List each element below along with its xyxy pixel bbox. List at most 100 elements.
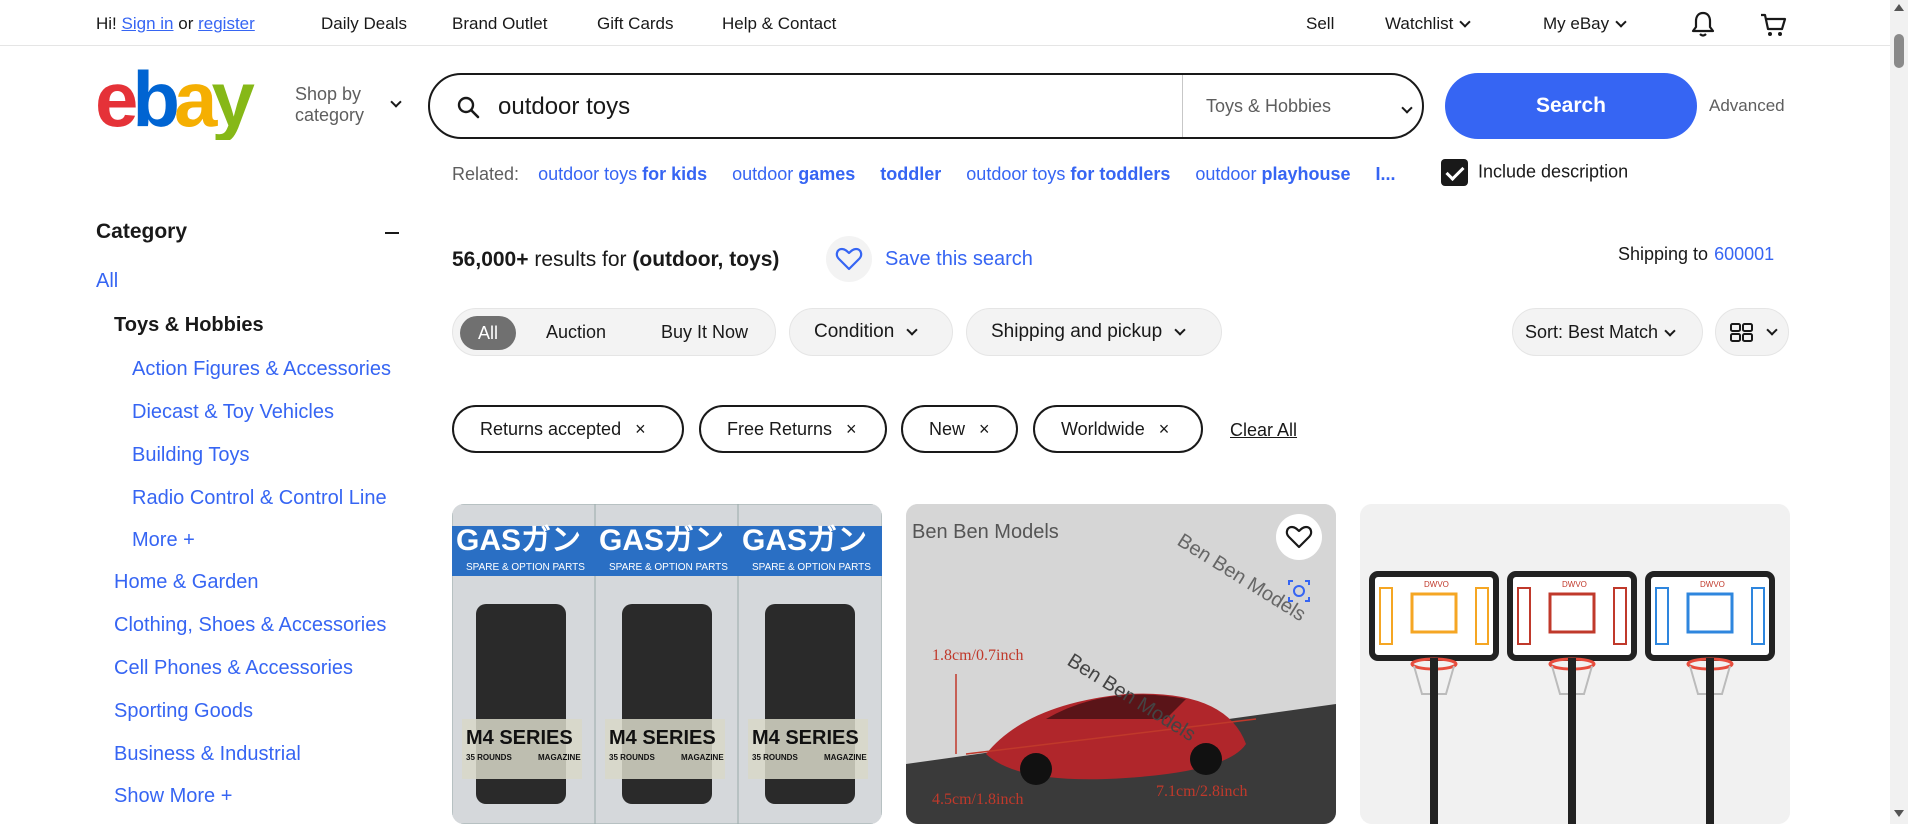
svg-text:4.5cm/1.8inch: 4.5cm/1.8inch [932, 791, 1024, 808]
view-toggle[interactable] [1715, 308, 1789, 356]
cart-icon[interactable] [1759, 11, 1787, 39]
visual-search-icon[interactable] [1276, 568, 1322, 614]
help-contact-link[interactable]: Help & Contact [722, 14, 836, 34]
hoop-brand-text: DWVO [1424, 580, 1449, 589]
related-link[interactable]: toddler [880, 164, 941, 184]
scroll-down-arrow-icon[interactable] [1894, 810, 1904, 817]
results-query: (outdoor, toys) [632, 248, 780, 271]
save-search-link[interactable]: Save this search [885, 248, 1033, 271]
chevron-down-icon [906, 324, 918, 336]
format-auction[interactable]: Auction [546, 322, 606, 343]
bell-icon[interactable] [1690, 10, 1716, 38]
hoop-pole [1706, 658, 1714, 824]
shipping-to-label: Shipping to [1618, 244, 1709, 264]
format-all[interactable]: All [460, 316, 516, 350]
sidebar-category[interactable]: Clothing, Shoes & Accessories [114, 614, 386, 637]
close-icon[interactable]: × [1159, 419, 1170, 439]
applied-filter-chip[interactable]: Worldwide × [1033, 405, 1203, 453]
search-bar: outdoor toys Toys & Hobbies [428, 73, 1424, 139]
search-input[interactable]: outdoor toys [498, 93, 630, 121]
search-divider [1182, 75, 1183, 137]
shipping-pickup-filter[interactable]: Shipping and pickup [966, 308, 1222, 356]
greeting-text: Hi! [96, 14, 117, 33]
product-card[interactable]: DWVO DWVO DWVO [1360, 504, 1790, 824]
condition-filter[interactable]: Condition [789, 308, 953, 356]
watchlist-dropdown[interactable]: Watchlist [1385, 14, 1471, 34]
daily-deals-link[interactable]: Daily Deals [321, 14, 407, 34]
sidebar-category[interactable]: Cell Phones & Accessories [114, 657, 353, 680]
shipping-zip-link[interactable]: 600001 [1714, 244, 1774, 264]
gift-cards-link[interactable]: Gift Cards [597, 14, 674, 34]
sidebar-show-more[interactable]: Show More + [114, 785, 232, 808]
search-button[interactable]: Search [1445, 73, 1697, 139]
related-link[interactable]: outdoor toys for toddlers [966, 164, 1170, 184]
sidebar-category[interactable]: Home & Garden [114, 571, 259, 594]
related-link[interactable]: outdoor toys for kids [538, 164, 707, 184]
sell-link[interactable]: Sell [1306, 14, 1334, 34]
svg-text:Ben Ben Models: Ben Ben Models [912, 521, 1059, 543]
include-description-checkbox[interactable]: Include description [1441, 159, 1628, 186]
sign-in-link[interactable]: Sign in [122, 14, 174, 33]
applied-filter-chip[interactable]: Returns accepted × [452, 405, 684, 453]
svg-text:1.8cm/0.7inch: 1.8cm/0.7inch [932, 647, 1024, 664]
product-sub-text: SPARE & OPTION PARTS [609, 562, 728, 573]
sidebar-subitem[interactable]: Radio Control & Control Line [132, 487, 387, 510]
chevron-down-icon [1664, 325, 1676, 337]
related-label: Related: [452, 164, 520, 184]
related-overflow-link[interactable]: I... [1376, 164, 1396, 184]
applied-filter-chip[interactable]: New × [901, 405, 1018, 453]
ebay-logo[interactable]: ebay [95, 55, 275, 143]
sidebar-subitem[interactable]: Building Toys [132, 444, 249, 467]
product-brand-text: GASガン [742, 524, 867, 557]
heart-icon[interactable] [826, 236, 872, 282]
my-ebay-dropdown[interactable]: My eBay [1543, 14, 1627, 34]
product-sub-text: SPARE & OPTION PARTS [752, 562, 871, 573]
related-link[interactable]: outdoor playhouse [1195, 164, 1350, 184]
shipping-to: Shipping to 600001 [1618, 244, 1774, 265]
collapse-minus-icon[interactable] [385, 232, 399, 234]
sidebar-subitem[interactable]: Diecast & Toy Vehicles [132, 401, 334, 424]
or-text: or [178, 14, 194, 33]
include-description-label: Include description [1478, 161, 1629, 182]
grid-view-icon [1730, 323, 1754, 348]
scrollbar-thumb[interactable] [1894, 34, 1904, 68]
results-for-text: results for [534, 248, 627, 271]
top-navigation-bar: Hi! Sign in or register Daily Deals Bran… [0, 0, 1890, 46]
sort-dropdown[interactable]: Sort: Best Match [1512, 308, 1703, 356]
checkbox-checked-icon[interactable] [1441, 159, 1468, 186]
product-series-text: M4 SERIES [466, 727, 573, 749]
clear-all-link[interactable]: Clear All [1230, 420, 1297, 441]
product-card[interactable]: GASガン GASガン GASガン SPARE & OPTION PARTS SPAR… [452, 504, 882, 824]
scroll-up-arrow-icon[interactable] [1894, 4, 1904, 11]
product-brand-text: GASガン [599, 524, 724, 557]
sidebar-subitem[interactable]: Action Figures & Accessories [132, 358, 391, 381]
close-icon[interactable]: × [846, 419, 857, 439]
product-rounds-text: 35 ROUNDS [752, 753, 798, 762]
product-series-text: M4 SERIES [609, 727, 716, 749]
product-card[interactable]: Ben Ben Models Ben Ben Models Ben Ben Mo… [906, 504, 1336, 824]
product-magazine-text: MAGAZINE [681, 753, 724, 762]
sidebar-more[interactable]: More + [132, 529, 195, 552]
sidebar-category[interactable]: Business & Industrial [114, 743, 301, 766]
close-icon[interactable]: × [635, 419, 646, 439]
register-link[interactable]: register [198, 14, 255, 33]
close-icon[interactable]: × [979, 419, 990, 439]
advanced-search-link[interactable]: Advanced [1709, 96, 1785, 116]
shop-by-category-button[interactable]: Shop by category [295, 84, 402, 126]
hoop-pole [1430, 658, 1438, 824]
format-buy-it-now[interactable]: Buy It Now [661, 322, 748, 343]
sort-label: Sort: Best Match [1525, 322, 1659, 342]
scrollbar[interactable] [1890, 0, 1908, 824]
hoop-brand-text: DWVO [1700, 580, 1725, 589]
related-link[interactable]: outdoor games [732, 164, 855, 184]
sidebar-category[interactable]: Sporting Goods [114, 700, 253, 723]
search-category-select[interactable]: Toys & Hobbies [1206, 96, 1331, 117]
sidebar-item-all[interactable]: All [96, 270, 118, 293]
shop-by-line1: Shop by [295, 84, 362, 104]
applied-filter-chip[interactable]: Free Returns × [699, 405, 887, 453]
condition-label: Condition [814, 321, 895, 342]
heart-icon[interactable] [1276, 514, 1322, 560]
hoop-brand-text: DWVO [1562, 580, 1587, 589]
product-magazine-text: MAGAZINE [538, 753, 581, 762]
brand-outlet-link[interactable]: Brand Outlet [452, 14, 547, 34]
